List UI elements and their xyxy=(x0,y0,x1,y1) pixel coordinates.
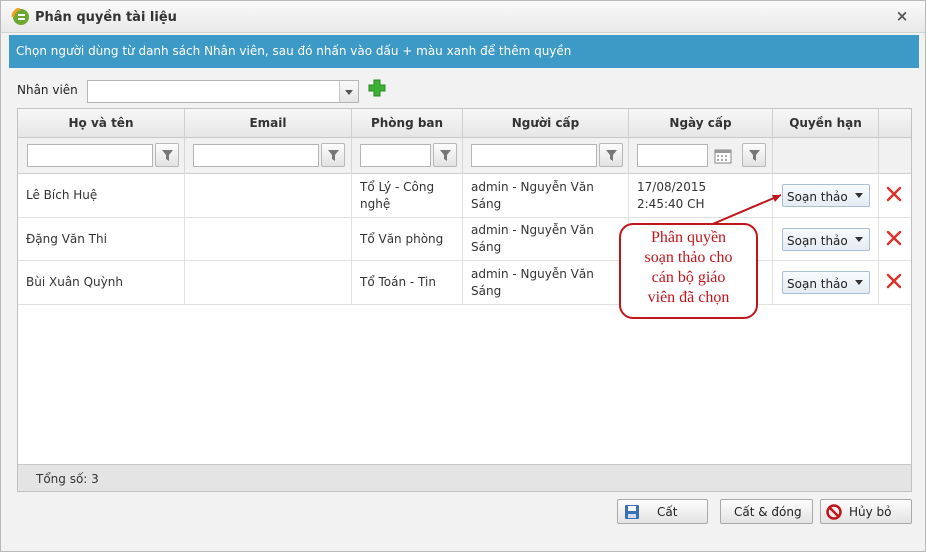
cell-department: Tổ Văn phòng xyxy=(352,218,463,260)
filter-cell-granted-by xyxy=(463,138,629,174)
table-row[interactable]: Đặng Văn Thi Tổ Văn phòng admin - Nguyễn… xyxy=(18,218,911,261)
filter-button-department[interactable] xyxy=(433,143,457,167)
table-row[interactable]: Bùi Xuân Quỳnh Tổ Toán - Tin admin - Ngu… xyxy=(18,261,911,305)
annotation-line: Phân quyền xyxy=(650,229,727,246)
filter-button-email[interactable] xyxy=(321,143,345,167)
annotation-line: soạn thảo cho xyxy=(644,249,733,266)
funnel-icon xyxy=(606,150,617,161)
cell-department: Tổ Toán - Tin xyxy=(352,261,463,304)
filter-button-name[interactable] xyxy=(155,143,179,167)
calendar-icon[interactable] xyxy=(714,148,732,164)
permission-grid: Họ và tên Email Phòng ban Người cấp Ngày… xyxy=(17,108,912,492)
permission-dialog: Phân quyền tài liệu × Chọn người dùng từ… xyxy=(0,0,926,552)
filter-input-email[interactable] xyxy=(193,144,319,167)
grid-header: Họ và tên Email Phòng ban Người cấp Ngày… xyxy=(18,109,911,138)
floppy-disk-icon xyxy=(625,505,639,519)
annotation-line: viên đã chọn xyxy=(647,289,730,306)
permission-select[interactable]: Soạn thảo xyxy=(782,228,870,251)
funnel-icon xyxy=(328,150,339,161)
column-header-permission[interactable]: Quyền hạn xyxy=(773,109,879,138)
filter-cell-name xyxy=(18,138,185,174)
employee-label: Nhân viên xyxy=(17,83,78,97)
save-close-button[interactable]: Cất & đóng xyxy=(720,499,813,524)
grid-footer: Tổng số: 3 xyxy=(18,464,911,491)
cell-name: Bùi Xuân Quỳnh xyxy=(18,261,185,304)
column-header-granted-date[interactable]: Ngày cấp xyxy=(629,109,773,138)
cell-granted-by: admin - Nguyễn Văn Sáng xyxy=(463,174,629,217)
cancel-label: Hủy bỏ xyxy=(849,505,892,519)
funnel-icon xyxy=(749,150,760,161)
filter-input-department[interactable] xyxy=(360,144,431,167)
permission-select[interactable]: Soạn thảo xyxy=(782,271,870,294)
document-share-icon xyxy=(11,8,29,25)
cell-name: Lê Bích Huệ xyxy=(18,174,185,217)
employee-combobox[interactable] xyxy=(87,80,359,103)
delete-icon[interactable] xyxy=(886,186,902,202)
table-row[interactable]: Lê Bích Huệ Tổ Lý - Công nghệ admin - Ng… xyxy=(18,174,911,218)
close-button[interactable]: × xyxy=(894,8,910,24)
add-permission-icon[interactable] xyxy=(368,79,386,97)
filter-cell-granted-date xyxy=(629,138,773,174)
cell-granted-by: admin - Nguyễn Văn Sáng xyxy=(463,261,629,304)
cell-email xyxy=(185,174,352,217)
column-header-email[interactable]: Email xyxy=(185,109,352,138)
filter-row xyxy=(18,138,911,174)
filter-cell-department xyxy=(352,138,463,174)
save-button[interactable]: Cất xyxy=(617,499,708,524)
total-count: Tổng số: 3 xyxy=(36,472,99,486)
filter-cell-permission xyxy=(773,138,879,174)
filter-button-granted-date[interactable] xyxy=(742,143,766,167)
window-title: Phân quyền tài liệu xyxy=(35,10,177,25)
cell-email xyxy=(185,261,352,304)
delete-icon[interactable] xyxy=(886,230,902,246)
filter-input-name[interactable] xyxy=(27,144,153,167)
cancel-button[interactable]: Hủy bỏ xyxy=(820,499,912,524)
cell-email xyxy=(185,218,352,260)
annotation-line: cán bộ giáo xyxy=(651,269,726,286)
cell-name: Đặng Văn Thi xyxy=(18,218,185,260)
annotation-callout: Phân quyền soạn thảo cho cán bộ giáo viê… xyxy=(619,223,758,319)
no-entry-icon xyxy=(826,504,842,520)
title-bar: Phân quyền tài liệu × xyxy=(1,1,925,33)
delete-icon[interactable] xyxy=(886,273,902,289)
cell-department: Tổ Lý - Công nghệ xyxy=(352,174,463,217)
column-header-granted-by[interactable]: Người cấp xyxy=(463,109,629,138)
filter-button-granted-by[interactable] xyxy=(599,143,623,167)
filter-input-granted-date[interactable] xyxy=(637,144,708,167)
column-header-department[interactable]: Phòng ban xyxy=(352,109,463,138)
column-header-actions xyxy=(879,109,911,138)
save-label: Cất xyxy=(657,505,678,519)
instruction-bar: Chọn người dùng từ danh sách Nhân viên, … xyxy=(9,35,919,68)
funnel-icon xyxy=(162,150,173,161)
chevron-down-icon[interactable] xyxy=(339,81,358,102)
save-close-label: Cất & đóng xyxy=(734,505,802,519)
permission-select[interactable]: Soạn thảo xyxy=(782,184,870,207)
cell-granted-date: 17/08/2015 2:45:40 CH xyxy=(629,174,773,217)
filter-input-granted-by[interactable] xyxy=(471,144,597,167)
funnel-icon xyxy=(440,150,451,161)
filter-cell-email xyxy=(185,138,352,174)
column-header-name[interactable]: Họ và tên xyxy=(18,109,185,138)
cell-granted-by: admin - Nguyễn Văn Sáng xyxy=(463,218,629,260)
